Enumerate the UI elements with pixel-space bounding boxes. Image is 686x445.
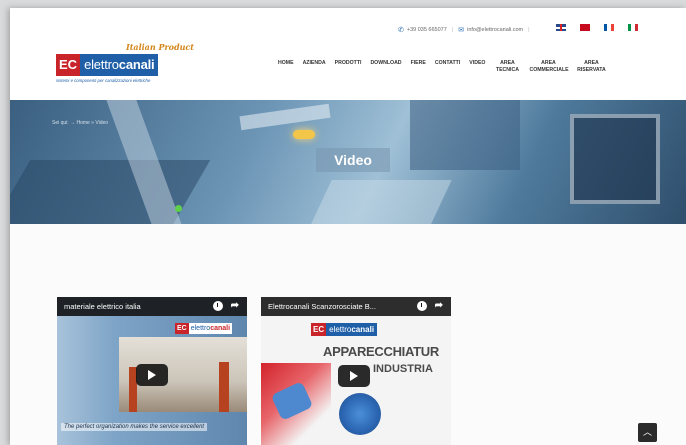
nav-area-riservata[interactable]: AREA RISERVATA bbox=[576, 60, 606, 74]
thumbnail-decor bbox=[339, 393, 381, 435]
flag-it-icon[interactable] bbox=[628, 24, 638, 31]
header: ✆ +39 035 665077 | ✉ info@elettrocanali.… bbox=[10, 8, 686, 100]
nav-download[interactable]: DOWNLOAD bbox=[370, 60, 401, 67]
main-nav: HOME AZIENDA PRODOTTI DOWNLOAD FIERE CON… bbox=[278, 60, 606, 74]
logo-mark: EC elettrocanali bbox=[56, 54, 159, 76]
logo-ec: EC bbox=[56, 54, 81, 76]
logo-name: elettrocanali bbox=[326, 323, 378, 336]
email-icon: ✉ bbox=[458, 27, 465, 34]
video-card[interactable]: EC elettrocanali materiale elettrico ita… bbox=[57, 297, 247, 445]
divider: | bbox=[451, 27, 454, 33]
video-actions: ➦ bbox=[212, 301, 239, 311]
video-logo: EC elettrocanali bbox=[311, 323, 378, 336]
language-switcher bbox=[556, 24, 638, 31]
logo-tagline: Italian Product bbox=[125, 42, 194, 52]
nav-fiere[interactable]: FIERE bbox=[411, 60, 426, 67]
video-headline: APPARECCHIATUR bbox=[323, 344, 439, 359]
breadcrumb[interactable]: Sei qui: → Home » Video bbox=[52, 120, 108, 126]
contact-bar: ✆ +39 035 665077 | ✉ info@elettrocanali.… bbox=[398, 26, 535, 34]
logo-name-bold: canali bbox=[351, 325, 375, 334]
phone-number[interactable]: +39 035 665077 bbox=[407, 27, 447, 33]
nav-area-tecnica[interactable]: AREA TECNICA bbox=[494, 60, 520, 74]
video-logo: EC elettrocanali bbox=[175, 323, 233, 334]
flag-es-icon[interactable] bbox=[580, 24, 590, 31]
nav-area-commerciale[interactable]: AREA COMMERCIALE bbox=[529, 60, 568, 74]
logo-name: elettrocanali bbox=[188, 323, 233, 334]
play-button[interactable] bbox=[136, 364, 168, 386]
email-link[interactable]: info@elettrocanali.com bbox=[467, 27, 523, 33]
hero-decor bbox=[293, 130, 315, 139]
nav-azienda[interactable]: AZIENDA bbox=[303, 60, 326, 67]
watch-later-icon[interactable] bbox=[416, 301, 427, 311]
page-title: Video bbox=[316, 148, 390, 172]
thumbnail-decor bbox=[219, 362, 229, 412]
flag-fr-icon[interactable] bbox=[604, 24, 614, 31]
nav-video[interactable]: VIDEO bbox=[469, 60, 485, 67]
share-icon[interactable]: ➦ bbox=[231, 301, 239, 311]
video-actions: ➦ bbox=[416, 301, 443, 311]
video-caption: The perfect organization makes the servi… bbox=[61, 423, 208, 431]
logo-ec: EC bbox=[311, 323, 327, 336]
play-button[interactable] bbox=[338, 365, 370, 387]
hero-decor bbox=[10, 160, 211, 224]
nav-home[interactable]: HOME bbox=[278, 60, 294, 67]
share-icon[interactable]: ➦ bbox=[435, 301, 443, 311]
video-card[interactable]: EC elettrocanali APPARECCHIATUR INDUSTRI… bbox=[261, 297, 451, 445]
logo-ec: EC bbox=[175, 323, 189, 334]
hero-banner: Sei qui: → Home » Video Video bbox=[10, 100, 686, 224]
logo-name-light: elettro bbox=[190, 325, 211, 332]
divider: | bbox=[528, 27, 530, 33]
logo-name-bold: canali bbox=[118, 57, 155, 72]
logo-name-light: elettro bbox=[84, 57, 119, 72]
page: ✆ +39 035 665077 | ✉ info@elettrocanali.… bbox=[10, 8, 686, 445]
phone-icon: ✆ bbox=[398, 27, 404, 34]
hero-decor bbox=[410, 100, 520, 170]
site-logo[interactable]: Italian Product EC elettrocanali sistemi… bbox=[56, 42, 196, 88]
hero-decor bbox=[570, 114, 660, 204]
chevron-up-icon: ︿ bbox=[642, 427, 652, 437]
flag-en-icon[interactable] bbox=[556, 24, 566, 31]
logo-name-bold: canali bbox=[210, 325, 231, 332]
hero-decor bbox=[308, 180, 452, 224]
scroll-to-top-button[interactable]: ︿ bbox=[638, 423, 657, 442]
video-headline-2: INDUSTRIA bbox=[373, 363, 433, 375]
logo-subtitle: sistemi e componenti per canalizzazioni … bbox=[56, 78, 151, 83]
logo-name-light: elettro bbox=[329, 325, 352, 334]
nav-contatti[interactable]: CONTATTI bbox=[435, 60, 460, 67]
hero-decor bbox=[239, 103, 331, 131]
nav-prodotti[interactable]: PRODOTTI bbox=[335, 60, 362, 67]
hero-decor bbox=[175, 205, 182, 212]
logo-name: elettrocanali bbox=[80, 54, 159, 76]
watch-later-icon[interactable] bbox=[212, 301, 223, 311]
